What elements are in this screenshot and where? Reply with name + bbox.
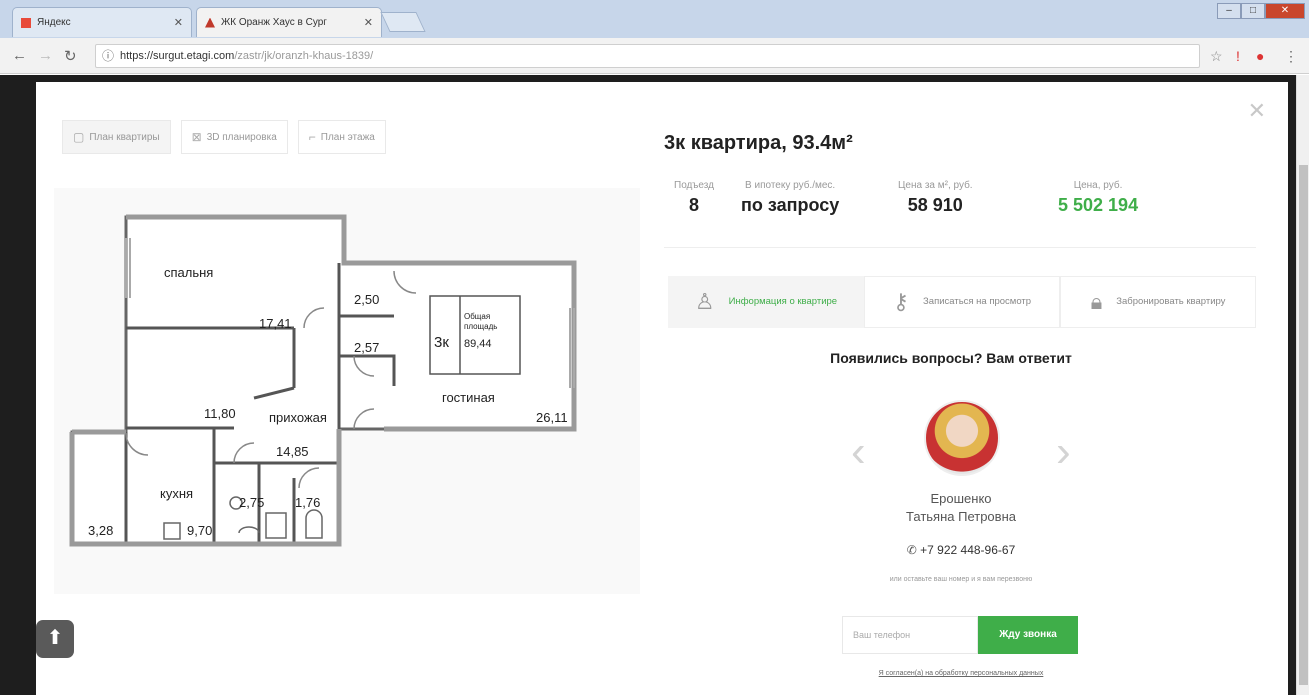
tab-apartment-info[interactable]: ♙ Информация о квартире [668,276,864,328]
back-icon[interactable]: ← [12,47,27,64]
phone-number: +7 922 448-96-67 [920,543,1016,557]
floorplan-image: спальня 17,41 11,80 прихожая 14,85 гости… [54,188,640,594]
chevron-left-icon[interactable]: ‹ [851,427,866,477]
tab-label: Записаться на просмотр [923,296,1032,307]
callback-note: или оставьте ваш номер и я вам перезвоню [889,576,1033,583]
phone-input[interactable]: Ваш телефон [842,616,978,654]
room-area-bathroom: 2,75 [239,495,265,510]
close-tab-icon[interactable]: ✕ [364,16,373,29]
room-area-living: 26,11 [536,410,568,425]
tab-label: 3D планировка [206,131,277,143]
stat-value: 8 [688,195,699,215]
room-area-kitchen: 9,70 [187,523,213,538]
stat-price: Цена, руб. 5 502 194 [1058,180,1138,216]
stat-value: по запросу [741,195,840,215]
lock-icon: 🔒︎ [1090,289,1103,314]
consent-link[interactable]: Я согласен(а) на обработку персональных … [879,670,1044,677]
tab-label: План этажа [320,131,375,143]
tab-3d-plan[interactable]: ⊠ 3D планировка [180,120,288,154]
stat-label: В ипотеку руб./мес. [745,180,836,191]
page-scrollbar[interactable] [1296,75,1309,695]
menu-icon[interactable]: ⋮ [1284,48,1298,65]
stat-entrance: Подъезд 8 [674,180,714,216]
browser-toolbar: ← → ↻ ⓘ https://surgut.etagi.com/zastr/j… [0,38,1309,74]
minimize-button[interactable]: – [1217,3,1241,19]
room-label-kitchen: кухня [160,486,194,501]
window-controls: – □ ✕ [1217,3,1305,19]
room-area-balcony: 3,28 [88,523,114,538]
close-modal-icon[interactable]: ✕ [1248,98,1266,124]
room-label-hallway: прихожая [269,410,327,425]
reload-icon[interactable]: ↻ [64,47,77,65]
yandex-favicon-icon [21,17,31,28]
new-tab-button[interactable] [380,12,426,32]
room-label-bedroom: спальня [164,265,214,280]
tab-label: Забронировать квартиру [1116,296,1226,307]
question-heading: Появились вопросы? Вам ответит [830,350,1072,366]
floorplan-drawing [69,214,577,547]
apartment-modal: ✕ ▢ План квартиры ⊠ 3D планировка ⌐ План… [36,82,1288,695]
extension-icon[interactable]: ! [1236,48,1240,64]
3d-icon: ⊠ [191,130,202,144]
agent-surname: Ерошенко [930,491,992,506]
room-area-closet-1: 2,50 [354,292,380,307]
tab-label: ЖК Оранж Хаус в Сург [221,17,327,28]
apartment-title: 3к квартира, 93.4м² [664,132,853,154]
stat-mortgage: В ипотеку руб./мес. по запросу [741,180,839,216]
consent-text: Я согласен(а) на обработку персональных … [836,668,1086,679]
tab-reserve[interactable]: 🔒︎ Забронировать квартиру [1060,276,1256,328]
floor-icon: ⌐ [308,130,316,144]
close-tab-icon[interactable]: ✕ [174,16,183,29]
stat-label: Цена за м², руб. [898,180,973,191]
room-area-closet-2: 2,57 [354,340,380,355]
bookmark-star-icon[interactable]: ☆ [1210,48,1223,65]
divider [664,247,1256,248]
plan-tabs: ▢ План квартиры ⊠ 3D планировка ⌐ План э… [62,120,386,154]
phone-icon: ✆ [906,543,917,557]
tab-label: Информация о квартире [728,296,838,307]
agent-given-name: Татьяна Петровна [906,509,1016,524]
browser-tabbar: Яндекс ✕ ЖК Оранж Хаус в Сург ✕ – □ ✕ [0,0,1309,38]
stat-price-per-m2: Цена за м², руб. 58 910 [898,180,973,216]
address-bar[interactable]: ⓘ https://surgut.etagi.com/zastr/jk/oran… [95,44,1200,68]
room-label-living: гостиная [442,390,495,405]
info-tabs: ♙ Информация о квартире ⚷ Записаться на … [668,276,1256,328]
adblock-icon[interactable]: ● [1256,48,1264,64]
forward-icon[interactable]: → [38,47,53,64]
tab-label: Яндекс [37,17,71,28]
request-call-button[interactable]: Жду звонка [978,616,1078,654]
etagi-favicon-icon [205,17,215,28]
keys-icon: ⚷ [892,289,910,314]
rooms-badge-type: 3к [434,334,449,351]
rooms-badge-area-label: Общая площадь [464,312,498,331]
url-path: /zastr/jk/oranzh-khaus-1839/ [234,50,374,62]
tab-apartment-plan[interactable]: ▢ План квартиры [62,120,171,154]
agent-phone[interactable]: ✆ +7 922 448-96-67 [886,543,1036,557]
tab-schedule-viewing[interactable]: ⚷ Записаться на просмотр [864,276,1060,328]
tab-label: План квартиры [89,131,160,143]
chevron-right-icon[interactable]: › [1056,427,1071,477]
scroll-up-button[interactable]: ⬆ [36,620,74,658]
info-icon[interactable]: ⓘ [102,45,114,67]
room-area-second-bedroom: 11,80 [204,406,236,421]
stat-label: Подъезд [674,180,714,191]
browser-tab-orange-house[interactable]: ЖК Оранж Хаус в Сург ✕ [196,7,382,37]
close-window-button[interactable]: ✕ [1265,3,1305,19]
agent-name: Ерошенко Татьяна Петровна [886,490,1036,526]
room-area-toilet: 1,76 [295,495,321,510]
room-area-hallway: 14,85 [276,444,309,459]
scrollbar-thumb[interactable] [1299,165,1308,685]
room-area-bedroom: 17,41 [259,316,292,331]
floorplan-icon: ▢ [73,130,85,144]
maximize-button[interactable]: □ [1241,3,1265,19]
rooms-badge-area: 89,44 [464,338,492,350]
tab-floor-plan[interactable]: ⌐ План этажа [297,120,386,154]
agent-avatar [924,400,1000,476]
stat-value: 58 910 [907,195,963,215]
user-icon: ♙ [694,289,715,314]
url-host: https://surgut.etagi.com [120,50,235,62]
browser-tab-yandex[interactable]: Яндекс ✕ [12,7,192,37]
stat-value: 5 502 194 [1058,195,1139,215]
stat-label: Цена, руб. [1073,180,1123,191]
